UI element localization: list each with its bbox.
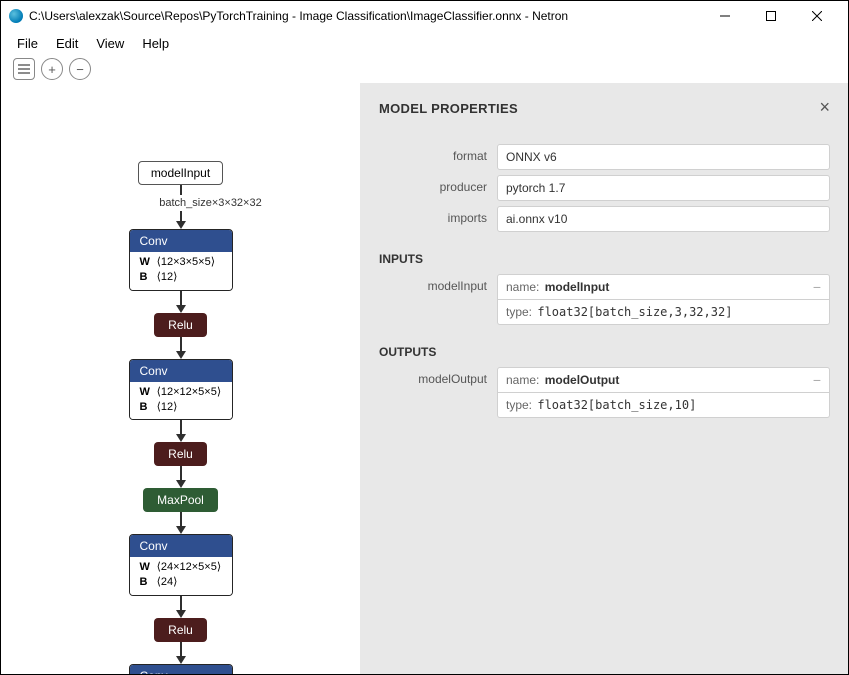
minimize-button[interactable] — [702, 1, 748, 31]
app-icon — [9, 9, 23, 23]
layer-title: Conv — [130, 360, 232, 382]
graph: modelInput batch_size×3×32×32 Conv W ⟨12… — [1, 83, 360, 674]
zoom-out-icon[interactable]: − — [69, 58, 91, 80]
arrowhead-icon — [176, 526, 186, 534]
value-input-name: name: modelInput − — [497, 274, 830, 300]
panel-title: MODEL PROPERTIES — [379, 101, 830, 116]
menu-edit[interactable]: Edit — [48, 34, 86, 53]
node-relu1[interactable]: Relu — [154, 313, 207, 337]
menu-view[interactable]: View — [88, 34, 132, 53]
node-conv3[interactable]: Conv W ⟨24×12×5×5⟩ B ⟨24⟩ — [129, 534, 233, 596]
arrowhead-icon — [176, 656, 186, 664]
close-button[interactable] — [794, 1, 840, 31]
value-input-type: type: float32[batch_size,3,32,32] — [497, 300, 830, 325]
arrowhead-icon — [176, 610, 186, 618]
value-output-type: type: float32[batch_size,10] — [497, 393, 830, 418]
titlebar: C:\Users\alexzak\Source\Repos\PyTorchTra… — [1, 1, 848, 31]
arrowhead-icon — [176, 305, 186, 313]
arrowhead-icon — [176, 221, 186, 229]
edge — [180, 185, 182, 195]
value-output-name: name: modelOutput − — [497, 367, 830, 393]
node-modelinput[interactable]: modelInput — [138, 161, 223, 185]
value-imports: ai.onnx v10 — [497, 206, 830, 232]
layer-body: W ⟨12×12×5×5⟩ B ⟨12⟩ — [130, 382, 232, 420]
arrowhead-icon — [176, 434, 186, 442]
node-relu3[interactable]: Relu — [154, 618, 207, 642]
value-producer: pytorch 1.7 — [497, 175, 830, 201]
menu-icon[interactable] — [13, 58, 35, 80]
label-modeloutput: modelOutput — [379, 367, 497, 386]
window-title: C:\Users\alexzak\Source\Repos\PyTorchTra… — [29, 9, 702, 23]
node-conv4[interactable]: Conv W ⟨24×24×5×5⟩ — [129, 664, 233, 674]
main: modelInput batch_size×3×32×32 Conv W ⟨12… — [1, 83, 848, 674]
properties-panel: × MODEL PROPERTIES format ONNX v6 produc… — [360, 83, 848, 674]
edge — [180, 466, 182, 480]
label-format: format — [379, 144, 497, 163]
menu-help[interactable]: Help — [134, 34, 177, 53]
edge-label: batch_size×3×32×32 — [159, 197, 261, 209]
edge — [180, 596, 182, 610]
edge — [180, 337, 182, 351]
arrowhead-icon — [176, 480, 186, 488]
graph-canvas[interactable]: modelInput batch_size×3×32×32 Conv W ⟨12… — [1, 83, 360, 674]
layer-title: Conv — [130, 230, 232, 252]
arrowhead-icon — [176, 351, 186, 359]
node-conv2[interactable]: Conv W ⟨12×12×5×5⟩ B ⟨12⟩ — [129, 359, 233, 421]
collapse-icon[interactable]: − — [813, 372, 821, 388]
edge — [180, 211, 182, 221]
node-relu2[interactable]: Relu — [154, 442, 207, 466]
node-maxpool[interactable]: MaxPool — [143, 488, 218, 512]
label-imports: imports — [379, 206, 497, 225]
collapse-icon[interactable]: − — [813, 279, 821, 295]
value-format: ONNX v6 — [497, 144, 830, 170]
close-panel-icon[interactable]: × — [819, 101, 830, 114]
menu-file[interactable]: File — [9, 34, 46, 53]
edge — [180, 291, 182, 305]
zoom-in-icon[interactable]: + — [41, 58, 63, 80]
label-modelinput: modelInput — [379, 274, 497, 293]
toolbar: + − — [1, 55, 848, 83]
section-outputs: OUTPUTS — [379, 345, 830, 359]
maximize-button[interactable] — [748, 1, 794, 31]
edge — [180, 512, 182, 526]
layer-title: Conv — [130, 535, 232, 557]
edge — [180, 420, 182, 434]
layer-body: W ⟨24×12×5×5⟩ B ⟨24⟩ — [130, 557, 232, 595]
label-producer: producer — [379, 175, 497, 194]
layer-body: W ⟨12×3×5×5⟩ B ⟨12⟩ — [130, 252, 232, 290]
section-inputs: INPUTS — [379, 252, 830, 266]
window-controls — [702, 1, 840, 31]
edge — [180, 642, 182, 656]
node-conv1[interactable]: Conv W ⟨12×3×5×5⟩ B ⟨12⟩ — [129, 229, 233, 291]
menubar: File Edit View Help — [1, 31, 848, 55]
layer-title: Conv — [130, 665, 232, 674]
